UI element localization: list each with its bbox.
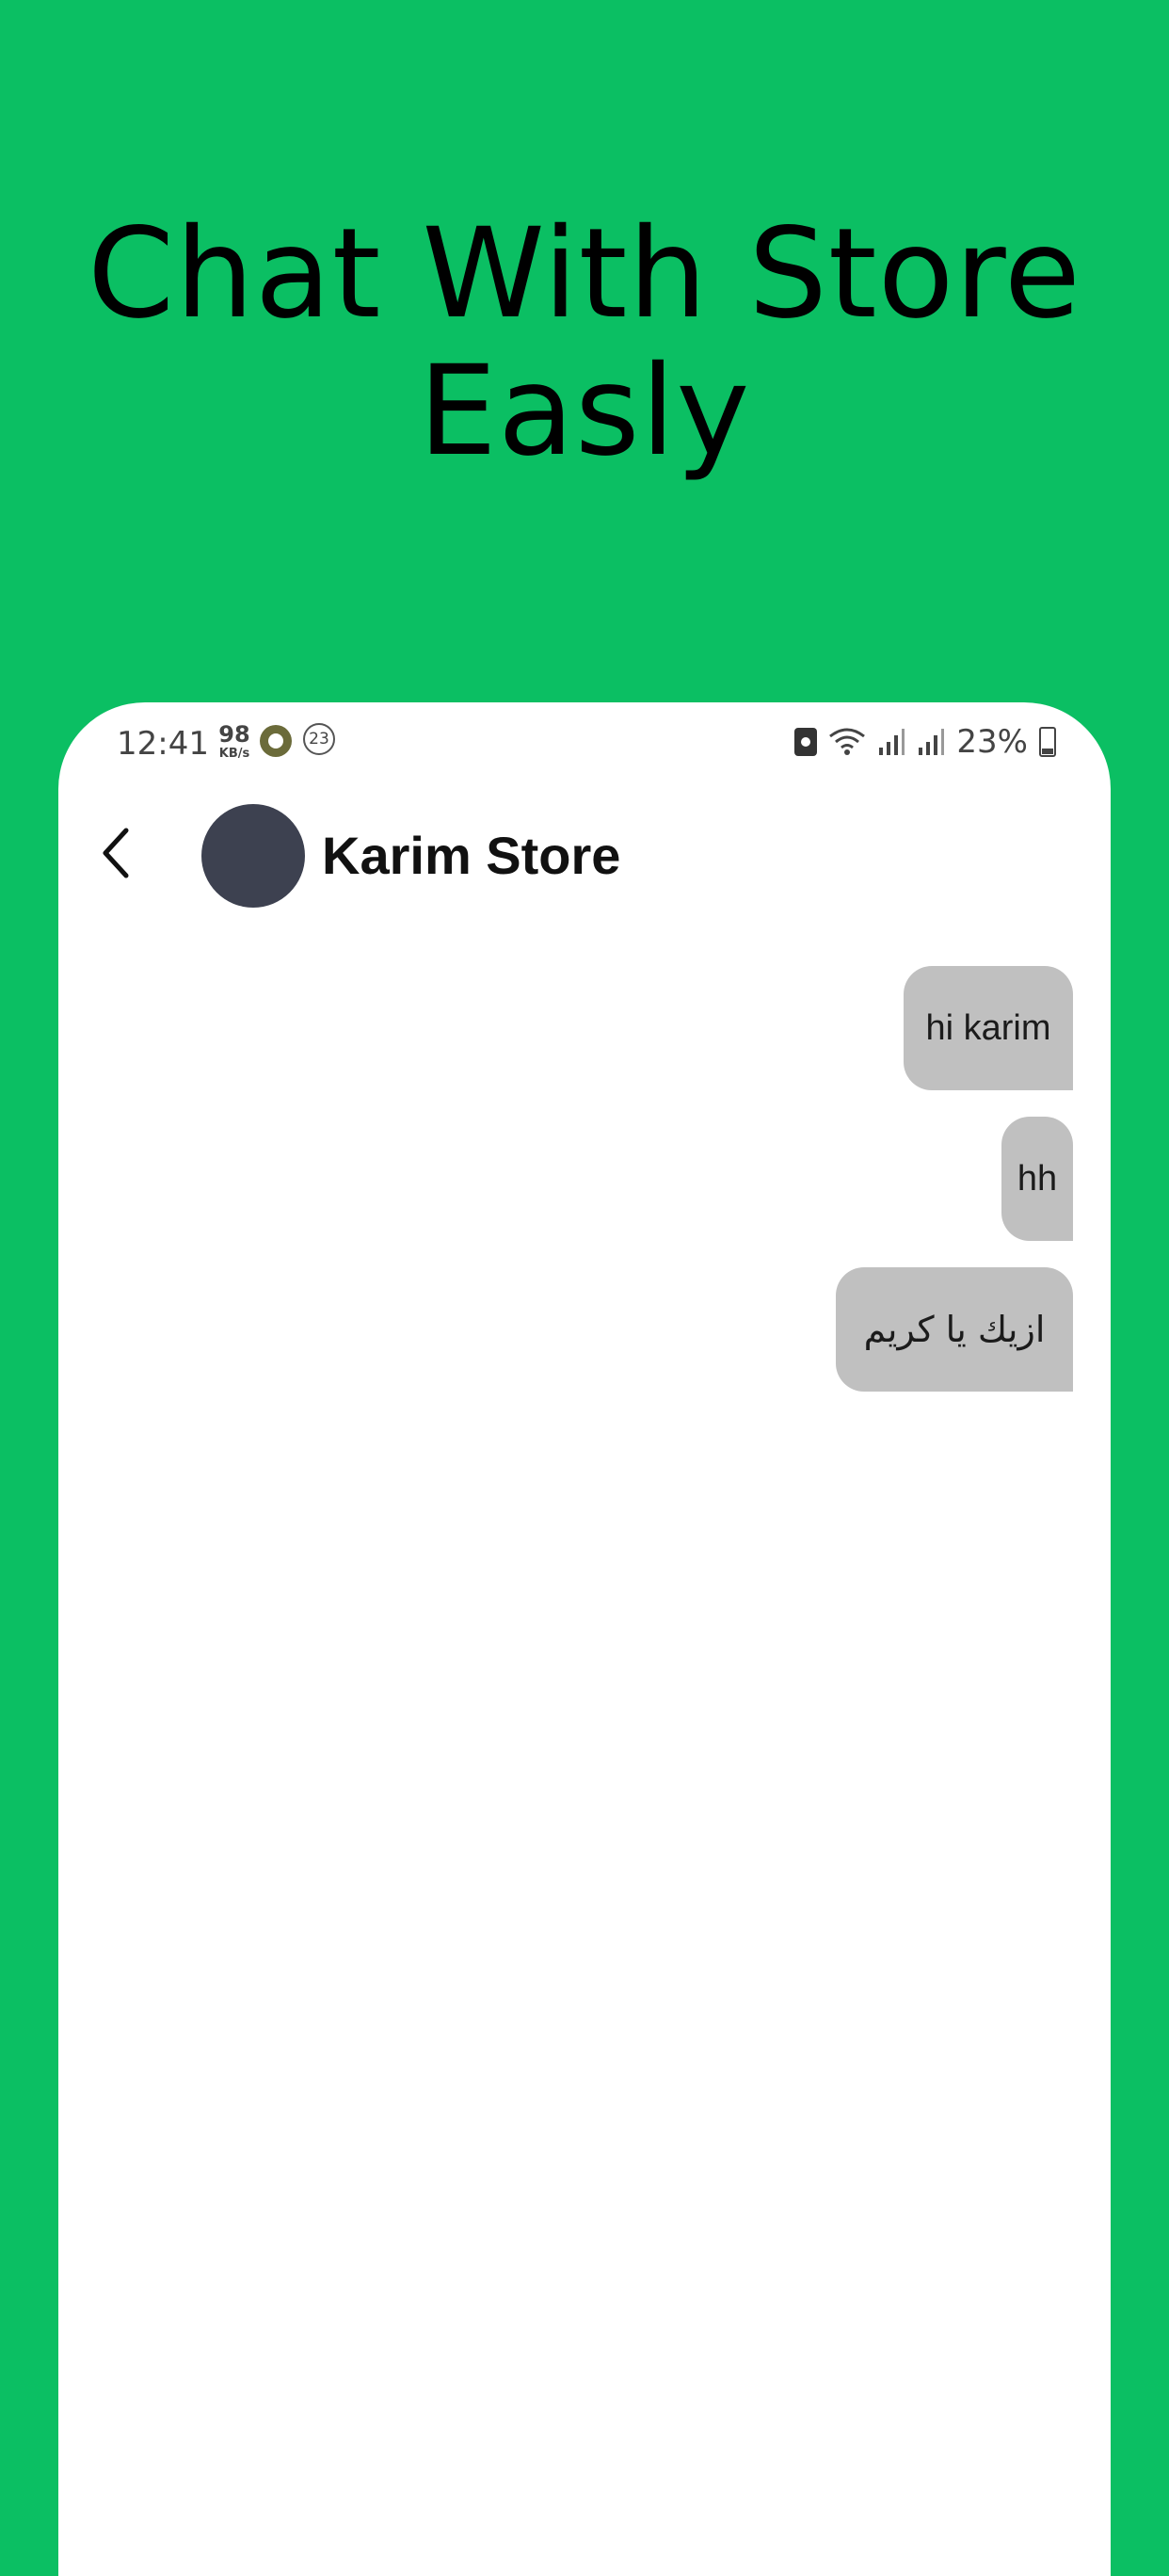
promo-headline: Chat With Store Easly (0, 205, 1169, 480)
status-bar: 12:41 98 KB/s 23 23% (58, 702, 1111, 787)
message-bubble[interactable]: hi karim (904, 966, 1073, 1090)
notification-count-badge: 23 (303, 723, 335, 755)
headline-line-2: Easly (418, 339, 751, 484)
signal-icon-1 (879, 729, 905, 755)
message-bubble[interactable]: ازيك يا كريم (836, 1267, 1073, 1392)
chevron-left-icon (103, 828, 129, 878)
battery-icon (1039, 727, 1056, 757)
lock-icon (794, 728, 818, 756)
signal-icon-2 (919, 729, 945, 755)
battery-fill (1042, 748, 1053, 754)
network-speed: 98 KB/s (213, 723, 256, 760)
battery-percent: 23% (956, 723, 1028, 761)
chat-header: Karim Store (58, 797, 1111, 910)
wifi-icon (829, 728, 866, 755)
network-speed-unit: KB/s (218, 747, 250, 761)
message-list: hi karim hh ازيك يا كريم (836, 966, 1073, 1392)
back-button[interactable] (87, 823, 147, 883)
status-right-group: 23% (794, 721, 1056, 763)
headline-line-1: Chat With Store (88, 201, 1081, 346)
app-notification-icon (260, 725, 292, 757)
message-bubble[interactable]: hh (1001, 1117, 1073, 1241)
network-speed-value: 98 (218, 721, 250, 748)
store-name[interactable]: Karim Store (322, 825, 620, 886)
status-time: 12:41 (117, 725, 209, 763)
phone-screen: 12:41 98 KB/s 23 23% Karim Store hi kari… (58, 702, 1111, 2576)
avatar[interactable] (201, 804, 305, 908)
